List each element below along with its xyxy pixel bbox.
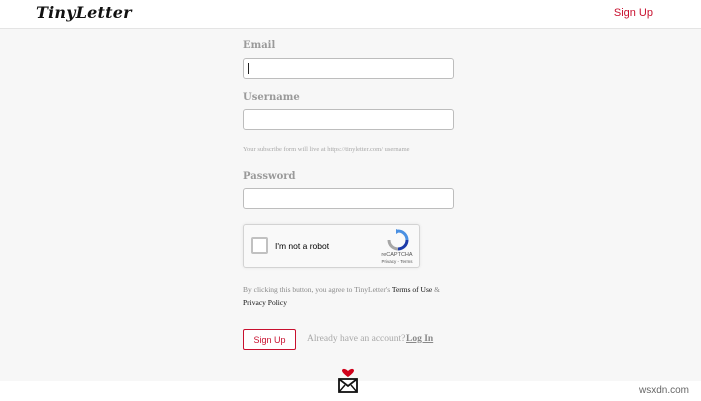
subscribe-url-helper: Your subscribe form will live at https:/…	[243, 146, 410, 153]
terms-ampersand: &	[432, 285, 440, 294]
top-bar: TinyLetter Sign Up	[0, 0, 701, 29]
login-link[interactable]: Log In	[406, 334, 433, 344]
password-field[interactable]	[243, 188, 454, 209]
recaptcha-checkbox[interactable]	[251, 237, 268, 254]
tinyletter-logo[interactable]: TinyLetter	[36, 3, 132, 22]
password-label: Password	[243, 171, 296, 182]
terms-of-use-link[interactable]: Terms of Use	[392, 285, 432, 294]
envelope-heart-icon	[338, 368, 358, 393]
email-field[interactable]	[243, 58, 454, 79]
signup-button[interactable]: Sign Up	[243, 329, 296, 350]
email-label: Email	[243, 40, 276, 51]
terms-text: By clicking this button, you agree to Ti…	[243, 282, 463, 298]
recaptcha-icon	[387, 229, 409, 251]
username-field[interactable]	[243, 109, 454, 130]
watermark-text: wsxdn.com	[638, 385, 689, 396]
text-cursor	[248, 63, 249, 74]
terms-prefix: By clicking this button, you agree to Ti…	[243, 285, 392, 294]
header-signup-link[interactable]: Sign Up	[614, 7, 653, 19]
recaptcha-brand: reCAPTCHA	[381, 252, 413, 258]
recaptcha-widget: I'm not a robot reCAPTCHA Privacy - Term…	[243, 224, 420, 268]
already-have-account-text: Already have an account?	[307, 334, 406, 344]
recaptcha-links[interactable]: Privacy - Terms	[377, 259, 417, 264]
privacy-policy-link[interactable]: Privacy Policy	[243, 298, 287, 307]
username-label: Username	[243, 92, 300, 103]
recaptcha-label: I'm not a robot	[275, 241, 330, 251]
